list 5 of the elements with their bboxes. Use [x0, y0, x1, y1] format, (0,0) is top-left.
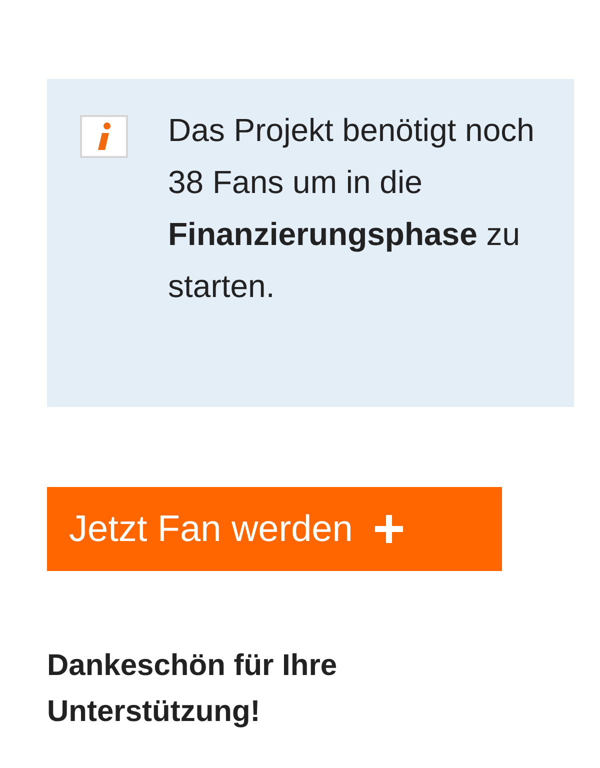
- notice-text: Das Projekt benötigt noch 38 Fans um in die Finanzierungsphase zu starten.: [168, 111, 536, 306]
- info-icon: [80, 115, 128, 158]
- thanks-heading: Dankeschön für Ihre Unterstützung!: [47, 648, 338, 730]
- plus-icon: [372, 513, 405, 545]
- fan-button[interactable]: Jetzt Fan werden: [47, 487, 502, 571]
